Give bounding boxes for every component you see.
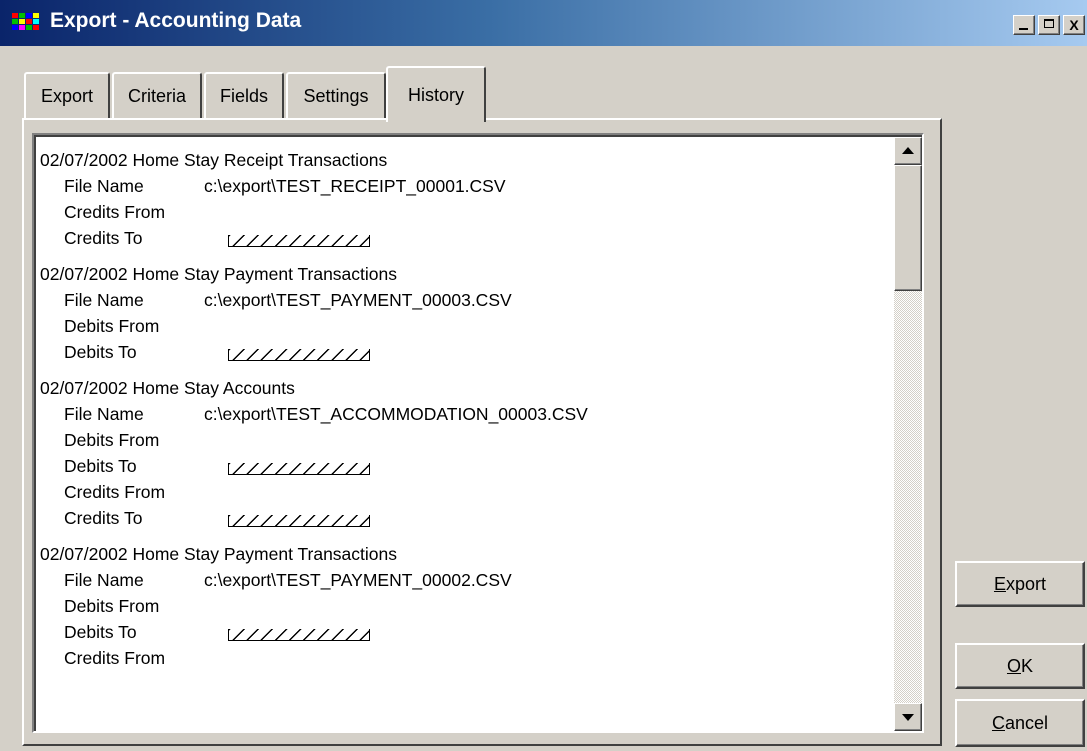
history-row: Debits To: [40, 453, 880, 479]
hatched-placeholder: [228, 349, 370, 361]
history-entry: 02/07/2002 Home Stay Accounts File Name c:…: [40, 375, 880, 531]
tab-history[interactable]: History: [386, 66, 486, 122]
row-label: File Name: [64, 290, 144, 310]
close-button[interactable]: X: [1063, 15, 1085, 35]
history-row: Debits From: [40, 593, 880, 619]
history-entry-heading: 02/07/2002 Home Stay Accounts: [40, 378, 295, 398]
vertical-scrollbar[interactable]: [894, 137, 922, 731]
history-row: Credits From: [40, 199, 880, 225]
row-value: c:\export\TEST_PAYMENT_00003.CSV: [204, 290, 512, 310]
history-row: File Name c:\export\TEST_PAYMENT_00002.CS…: [40, 567, 880, 593]
row-value: c:\export\TEST_PAYMENT_00002.CSV: [204, 570, 512, 590]
history-row: File Name c:\export\TEST_PAYMENT_00003.CS…: [40, 287, 880, 313]
history-row: Debits To: [40, 339, 880, 365]
history-row: Debits From: [40, 313, 880, 339]
hatched-placeholder: [228, 515, 370, 527]
tab-label: Settings: [303, 86, 369, 106]
row-label: Credits To: [64, 228, 143, 248]
history-entry: 02/07/2002 Home Stay Receipt Transaction…: [40, 147, 880, 251]
minimize-button[interactable]: [1013, 15, 1035, 35]
row-label: Debits From: [64, 596, 160, 616]
tab-label: Export: [40, 86, 94, 106]
hatched-placeholder: [228, 235, 370, 247]
history-entry: 02/07/2002 Home Stay Payment Transaction…: [40, 261, 880, 365]
history-row: Debits From: [40, 427, 880, 453]
export-button[interactable]: Export: [955, 561, 1085, 607]
history-row: Credits From: [40, 479, 880, 505]
scroll-up-button[interactable]: [894, 137, 922, 165]
button-label: K: [1021, 656, 1034, 676]
row-label: Debits To: [64, 456, 137, 476]
row-value: c:\export\TEST_ACCOMMODATION_00003.CSV: [204, 404, 588, 424]
window-title: Export - Accounting Data: [50, 9, 302, 32]
row-label: Credits From: [64, 648, 166, 668]
hatched-placeholder: [228, 629, 370, 641]
history-entry-heading: 02/07/2002 Home Stay Payment Transaction…: [40, 264, 398, 284]
mnemonic: C: [991, 713, 1005, 733]
history-entry-heading: 02/07/2002 Home Stay Payment Transaction…: [40, 544, 398, 564]
tab-label: Fields: [219, 86, 268, 106]
tab-criteria[interactable]: Criteria: [112, 72, 202, 120]
mnemonic: O: [1006, 656, 1021, 676]
row-label: Credits To: [64, 508, 143, 528]
row-label: File Name: [64, 570, 144, 590]
history-content: 02/07/2002 Home Stay Receipt Transaction…: [40, 147, 880, 681]
arrow-up-icon: [902, 147, 914, 154]
history-row: File Name c:\export\TEST_RECEIPT_00001.CS…: [40, 173, 880, 199]
history-row: File Name c:\export\TEST_ACCOMMODATION_00…: [40, 401, 880, 427]
close-icon: X: [1069, 17, 1079, 33]
scroll-thumb[interactable]: [894, 165, 922, 291]
row-label: File Name: [64, 176, 144, 196]
row-value: c:\export\TEST_RECEIPT_00001.CSV: [204, 176, 506, 196]
tab-settings[interactable]: Settings: [286, 72, 386, 120]
cancel-button[interactable]: Cancel: [955, 699, 1085, 747]
row-label: Credits From: [64, 482, 166, 502]
row-label: Debits From: [64, 316, 160, 336]
title-bar[interactable]: Export - Accounting Data X: [0, 0, 1087, 46]
arrow-down-icon: [902, 714, 914, 721]
row-label: Debits To: [64, 342, 137, 362]
maximize-button[interactable]: [1038, 15, 1060, 35]
row-label: Debits From: [64, 430, 160, 450]
history-entry-heading: 02/07/2002 Home Stay Receipt Transaction…: [40, 150, 388, 170]
tab-label: History: [407, 85, 464, 105]
history-row: Credits To: [40, 225, 880, 251]
minimize-icon: [1019, 28, 1028, 30]
ok-button[interactable]: OK: [955, 643, 1085, 689]
history-row: Credits From: [40, 645, 880, 671]
history-entry: 02/07/2002 Home Stay Payment Transaction…: [40, 541, 880, 671]
history-listbox[interactable]: 02/07/2002 Home Stay Receipt Transaction…: [32, 133, 924, 733]
row-label: File Name: [64, 404, 144, 424]
button-label: xport: [1005, 574, 1047, 594]
row-label: Debits To: [64, 622, 137, 642]
tab-export[interactable]: Export: [24, 72, 110, 120]
tab-label: Criteria: [127, 86, 186, 106]
history-row: Debits To: [40, 619, 880, 645]
scroll-down-button[interactable]: [894, 703, 922, 731]
tab-fields[interactable]: Fields: [204, 72, 284, 120]
hatched-placeholder: [228, 463, 370, 475]
row-label: Credits From: [64, 202, 166, 222]
app-grid-icon[interactable]: [12, 13, 42, 31]
button-label: ancel: [1004, 713, 1049, 733]
mnemonic: E: [993, 574, 1006, 594]
maximize-icon: [1044, 19, 1054, 28]
history-row: Credits To: [40, 505, 880, 531]
